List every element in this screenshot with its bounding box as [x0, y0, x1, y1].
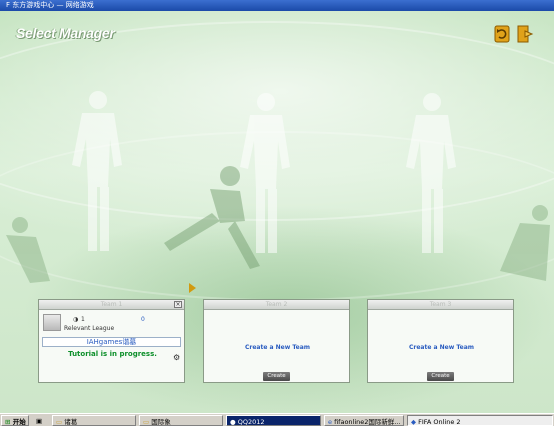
gear-icon[interactable]: ⚙	[173, 353, 180, 362]
player-silhouette	[72, 91, 122, 251]
taskbar-item[interactable]: ● QQ2012	[226, 415, 321, 426]
create-button[interactable]: Create	[427, 372, 454, 381]
slot-header: Team 2	[204, 300, 349, 310]
team-slot-1: Team 1 × ◑ 1 0 Relevant League IAHgames谐…	[38, 299, 185, 383]
team-slot-2: Team 2 Create a New Team Create	[203, 299, 350, 383]
slot-header: Team 1 ×	[39, 300, 184, 310]
player-silhouette	[500, 205, 550, 281]
background-scene: Select Manager Team 1 × ◑ 1 0 Relevant L…	[0, 11, 554, 413]
points-value: 0	[141, 316, 145, 323]
start-button[interactable]: ⊞ 开始	[1, 415, 29, 426]
create-new-team-link[interactable]: Create a New Team	[204, 344, 351, 351]
tutorial-status: Tutorial is in progress.	[68, 350, 157, 358]
team-name-button[interactable]: IAHgames谐墓	[42, 337, 181, 347]
quick-launch-icon[interactable]: ▣	[33, 415, 49, 426]
player-silhouette	[406, 93, 456, 253]
page-title: Select Manager	[16, 25, 115, 41]
taskbar-item[interactable]: ▭ 诸葛	[52, 415, 136, 426]
taskbar-item-active[interactable]: ◆ FIFA Online 2	[407, 415, 553, 426]
create-button[interactable]: Create	[263, 372, 290, 381]
exit-icon[interactable]	[516, 24, 534, 44]
window-title: F 东方游戏中心 — 网络游戏	[6, 1, 94, 9]
level-icon: ◑	[73, 316, 79, 323]
kicking-player-silhouette	[164, 166, 260, 269]
team-slot-3: Team 3 Create a New Team Create	[367, 299, 514, 383]
taskbar: ⊞ 开始 ▣ ▭ 诸葛 ▭ 国际象 ● QQ2012 e fifaonline2…	[0, 413, 554, 426]
folder-icon: ▭	[56, 418, 63, 426]
create-new-team-link[interactable]: Create a New Team	[368, 344, 515, 351]
game-icon: ◆	[411, 418, 416, 426]
player-silhouette	[6, 217, 50, 283]
window-title-bar: F 东方游戏中心 — 网络游戏	[0, 0, 554, 11]
level-value: 1	[81, 316, 85, 323]
refresh-icon[interactable]	[493, 24, 511, 44]
slot-header: Team 3	[368, 300, 513, 310]
windows-logo-icon: ⊞	[5, 418, 11, 426]
league-label: Relevant League	[64, 325, 115, 332]
browser-icon: e	[328, 418, 332, 426]
avatar	[43, 314, 61, 331]
close-icon[interactable]: ×	[174, 301, 182, 308]
folder-icon: ▭	[143, 418, 150, 426]
taskbar-item[interactable]: ▭ 国际象	[139, 415, 223, 426]
taskbar-item[interactable]: e fifaonline2国际新鲜...	[324, 415, 404, 426]
qq-icon: ●	[230, 418, 236, 426]
play-arrow-icon[interactable]	[189, 283, 196, 293]
